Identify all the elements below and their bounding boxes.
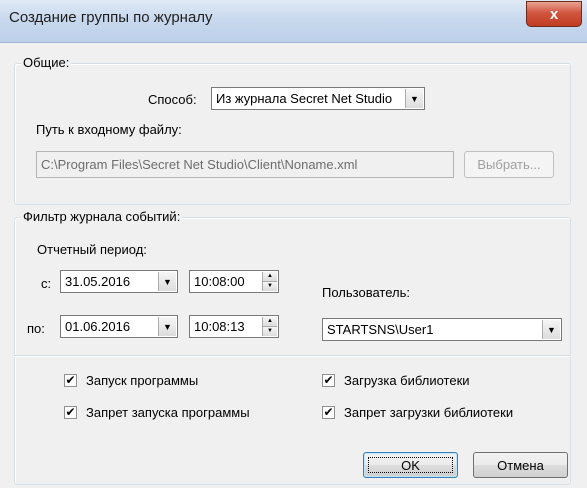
dialog-window: Создание группы по журналу x Общие: Спос… (0, 0, 587, 488)
check-icon[interactable]: ✔ (64, 374, 77, 387)
to-label: по: (27, 321, 45, 336)
filter-divider (14, 355, 571, 357)
chevron-down-icon[interactable]: ▼ (405, 89, 423, 108)
checkbox-label: Загрузка библиотеки (344, 373, 470, 388)
dialog-body: Общие: Способ: Из журнала Secret Net Stu… (0, 43, 587, 488)
cancel-button-label: Отмена (497, 457, 544, 473)
browse-button-label: Выбрать... (477, 157, 541, 172)
focus-rect (368, 457, 453, 473)
spin-up-icon[interactable]: ▲ (263, 272, 277, 282)
checkbox-block-launch[interactable]: ✔ Запрет запуска программы (64, 405, 250, 420)
cancel-button[interactable]: Отмена (473, 452, 568, 478)
chevron-down-icon[interactable]: ▼ (542, 320, 560, 339)
checkbox-load-library[interactable]: ✔ Загрузка библиотеки (322, 373, 470, 388)
close-button[interactable]: x (526, 1, 582, 27)
path-field-value: C:\Program Files\Secret Net Studio\Clien… (41, 157, 358, 172)
to-time-spin: ▲ ▼ (262, 317, 277, 336)
to-time-value: 10:08:13 (194, 319, 245, 334)
spin-up-icon[interactable]: ▲ (263, 317, 277, 327)
spin-down-icon[interactable]: ▼ (263, 282, 277, 291)
checkbox-block-library[interactable]: ✔ Запрет загрузки библиотеки (322, 405, 513, 420)
from-date-value: 31.05.2016 (65, 274, 131, 289)
period-label: Отчетный период: (37, 242, 147, 257)
checkbox-label: Запуск программы (86, 373, 199, 388)
window-title: Создание группы по журналу (9, 9, 213, 26)
chevron-down-icon[interactable]: ▼ (158, 272, 176, 291)
to-time-stepper[interactable]: 10:08:13 ▲ ▼ (189, 315, 279, 338)
spin-down-icon[interactable]: ▼ (263, 327, 277, 336)
to-date-picker[interactable]: 01.06.2016 ▼ (60, 315, 178, 338)
user-label: Пользователь: (322, 285, 410, 300)
chevron-down-icon[interactable]: ▼ (158, 317, 176, 336)
user-select[interactable]: STARTSNS\User1 ▼ (322, 318, 562, 341)
filter-group (14, 217, 571, 485)
to-date-value: 01.06.2016 (65, 319, 131, 334)
checkbox-label: Запрет загрузки библиотеки (344, 405, 514, 420)
from-time-value: 10:08:00 (194, 274, 245, 289)
check-icon[interactable]: ✔ (64, 406, 77, 419)
check-icon[interactable]: ✔ (322, 406, 335, 419)
path-field[interactable]: C:\Program Files\Secret Net Studio\Clien… (36, 151, 454, 178)
from-time-spin: ▲ ▼ (262, 272, 277, 291)
check-icon[interactable]: ✔ (322, 374, 335, 387)
method-select-value: Из журнала Secret Net Studio (216, 91, 393, 106)
filter-group-label: Фильтр журнала событий: (21, 209, 183, 224)
method-select[interactable]: Из журнала Secret Net Studio ▼ (211, 87, 425, 110)
from-label: с: (41, 276, 52, 291)
ok-button[interactable]: OK (363, 452, 458, 478)
browse-button[interactable]: Выбрать... (464, 151, 554, 178)
user-select-value: STARTSNS\User1 (327, 322, 434, 337)
checkbox-launch-program[interactable]: ✔ Запуск программы (64, 373, 198, 388)
close-icon: x (549, 5, 559, 23)
general-group-label: Общие: (21, 55, 72, 70)
checkbox-label: Запрет запуска программы (86, 405, 250, 420)
method-label: Способ: (148, 92, 197, 107)
from-time-stepper[interactable]: 10:08:00 ▲ ▼ (189, 270, 279, 293)
from-date-picker[interactable]: 31.05.2016 ▼ (60, 270, 178, 293)
path-label: Путь к входному файлу: (36, 122, 182, 137)
title-bar[interactable]: Создание группы по журналу x (0, 0, 587, 43)
